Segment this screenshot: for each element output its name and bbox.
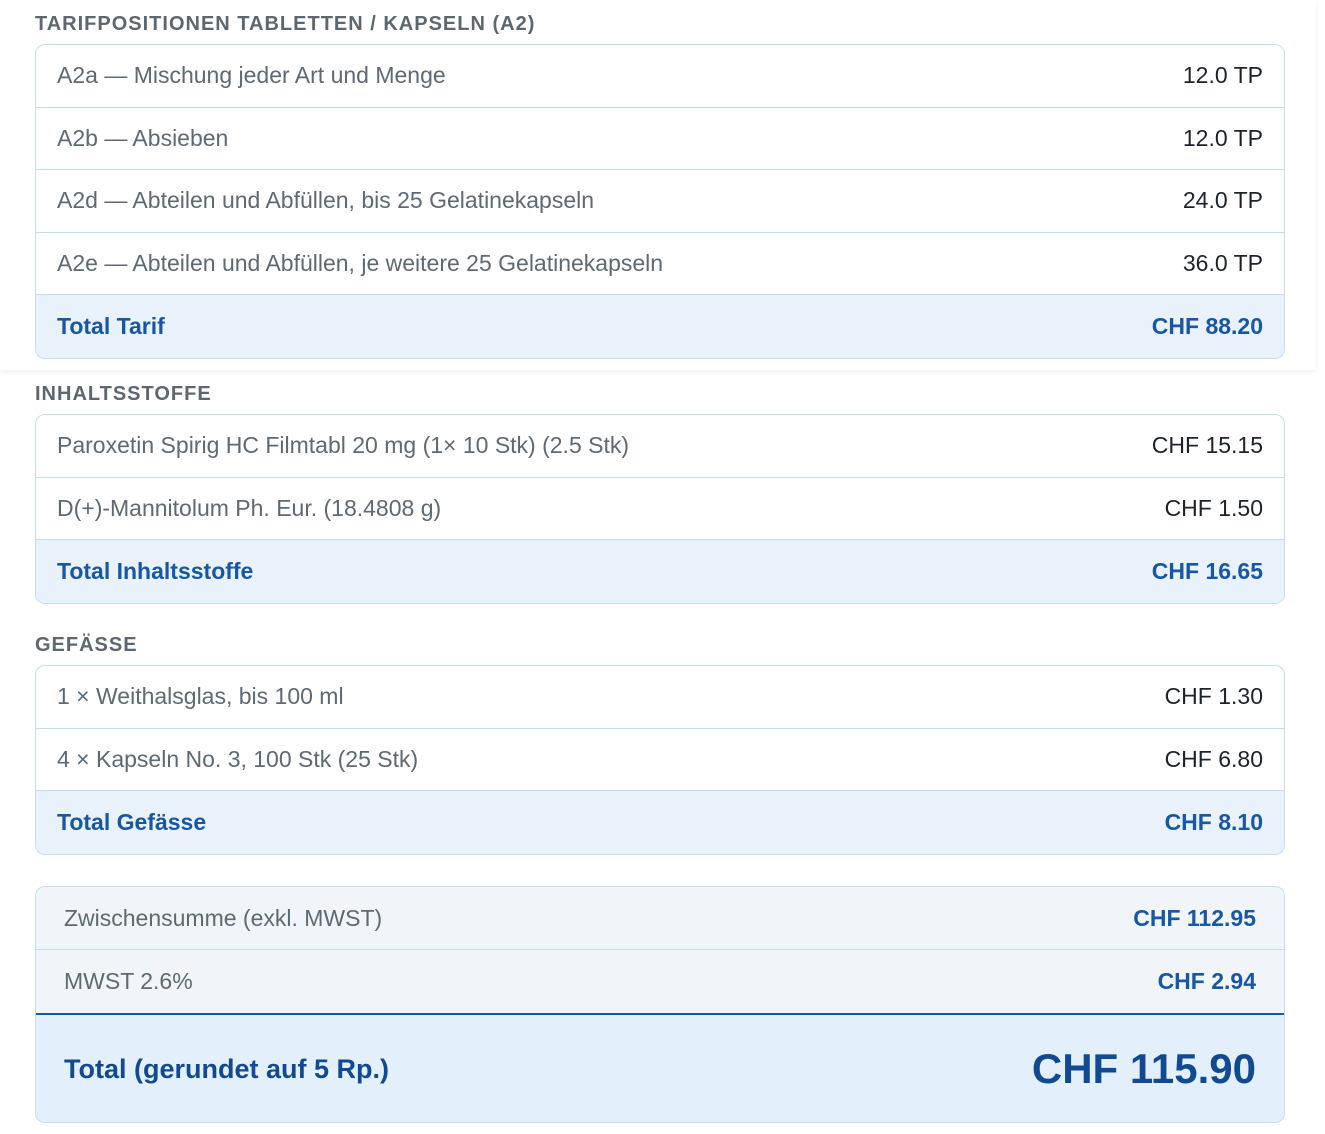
ingredient-label: Paroxetin Spirig HC Filmtabl 20 mg (1× 1… [57, 432, 630, 459]
tarif-panel: TARIFPOSITIONEN TABLETTEN / KAPSELN (A2)… [0, 0, 1316, 370]
container-price: CHF 6.80 [1164, 745, 1263, 772]
tarif-row-label: A2a — Mischung jeder Art und Menge [57, 62, 446, 89]
container-price: CHF 1.30 [1164, 683, 1263, 710]
ingredient-price: CHF 15.15 [1151, 432, 1263, 459]
ingredient-row: D(+)-Mannitolum Ph. Eur. (18.4808 g) CHF… [36, 478, 1284, 541]
tarif-heading: TARIFPOSITIONEN TABLETTEN / KAPSELN (A2) [35, 13, 536, 35]
container-label: 1 × Weithalsglas, bis 100 ml [57, 683, 344, 710]
inhaltsstoffe-total-row: Total Inhaltsstoffe CHF 16.65 [36, 540, 1284, 603]
inhaltsstoffe-total-label: Total Inhaltsstoffe [57, 557, 254, 584]
gefaesse-total-label: Total Gefässe [57, 808, 207, 835]
gefaesse-heading: GEFÄSSE [35, 634, 138, 656]
tarif-total-row: Total Tarif CHF 88.20 [36, 295, 1284, 358]
ingredient-label: D(+)-Mannitolum Ph. Eur. (18.4808 g) [57, 494, 442, 521]
grand-total-value: CHF 115.90 [1031, 1045, 1256, 1092]
gefaesse-total-value: CHF 8.10 [1164, 808, 1263, 835]
ingredient-row: Paroxetin Spirig HC Filmtabl 20 mg (1× 1… [36, 415, 1284, 478]
tarif-row: A2e — Abteilen und Abfüllen, je weitere … [36, 233, 1284, 296]
subtotal-value: CHF 112.95 [1133, 904, 1256, 931]
tarif-row-value: 36.0 TP [1182, 250, 1263, 277]
tarif-row: A2b — Absieben 12.0 TP [36, 108, 1284, 171]
gefaesse-card: 1 × Weithalsglas, bis 100 ml CHF 1.30 4 … [35, 665, 1285, 855]
vat-label: MWST 2.6% [64, 968, 193, 994]
inhaltsstoffe-card: Paroxetin Spirig HC Filmtabl 20 mg (1× 1… [35, 414, 1285, 604]
container-row: 1 × Weithalsglas, bis 100 ml CHF 1.30 [36, 666, 1284, 729]
tarif-row-value: 24.0 TP [1182, 187, 1263, 214]
tarif-row-label: A2d — Abteilen und Abfüllen, bis 25 Gela… [57, 187, 595, 214]
summary-card: Zwischensumme (exkl. MWST) CHF 112.95 MW… [35, 886, 1285, 1123]
grand-total-label: Total (gerundet auf 5 Rp.) [64, 1053, 389, 1084]
subtotal-label: Zwischensumme (exkl. MWST) [64, 904, 383, 931]
vat-value: CHF 2.94 [1157, 968, 1256, 994]
tarif-row-label: A2b — Absieben [57, 124, 229, 151]
tarif-card: A2a — Mischung jeder Art und Menge 12.0 … [35, 44, 1285, 359]
subtotal-row: Zwischensumme (exkl. MWST) CHF 112.95 [36, 887, 1284, 950]
tarif-total-value: CHF 88.20 [1151, 313, 1263, 340]
container-row: 4 × Kapseln No. 3, 100 Stk (25 Stk) CHF … [36, 729, 1284, 792]
inhaltsstoffe-total-value: CHF 16.65 [1151, 557, 1263, 584]
ingredient-price: CHF 1.50 [1164, 494, 1263, 521]
tarif-row: A2d — Abteilen und Abfüllen, bis 25 Gela… [36, 170, 1284, 233]
tarif-row-value: 12.0 TP [1182, 124, 1263, 151]
tarif-row-value: 12.0 TP [1182, 62, 1263, 89]
gefaesse-total-row: Total Gefässe CHF 8.10 [36, 791, 1284, 854]
tarif-total-label: Total Tarif [57, 313, 165, 340]
vat-row: MWST 2.6% CHF 2.94 [36, 950, 1284, 1013]
container-label: 4 × Kapseln No. 3, 100 Stk (25 Stk) [57, 745, 419, 772]
price-breakdown-page: TARIFPOSITIONEN TABLETTEN / KAPSELN (A2)… [0, 0, 1325, 1134]
tarif-row-label: A2e — Abteilen und Abfüllen, je weitere … [57, 250, 664, 277]
inhaltsstoffe-heading: INHALTSSTOFFE [35, 383, 212, 405]
tarif-row: A2a — Mischung jeder Art und Menge 12.0 … [36, 45, 1284, 108]
grand-total-row: Total (gerundet auf 5 Rp.) CHF 115.90 [36, 1013, 1284, 1122]
